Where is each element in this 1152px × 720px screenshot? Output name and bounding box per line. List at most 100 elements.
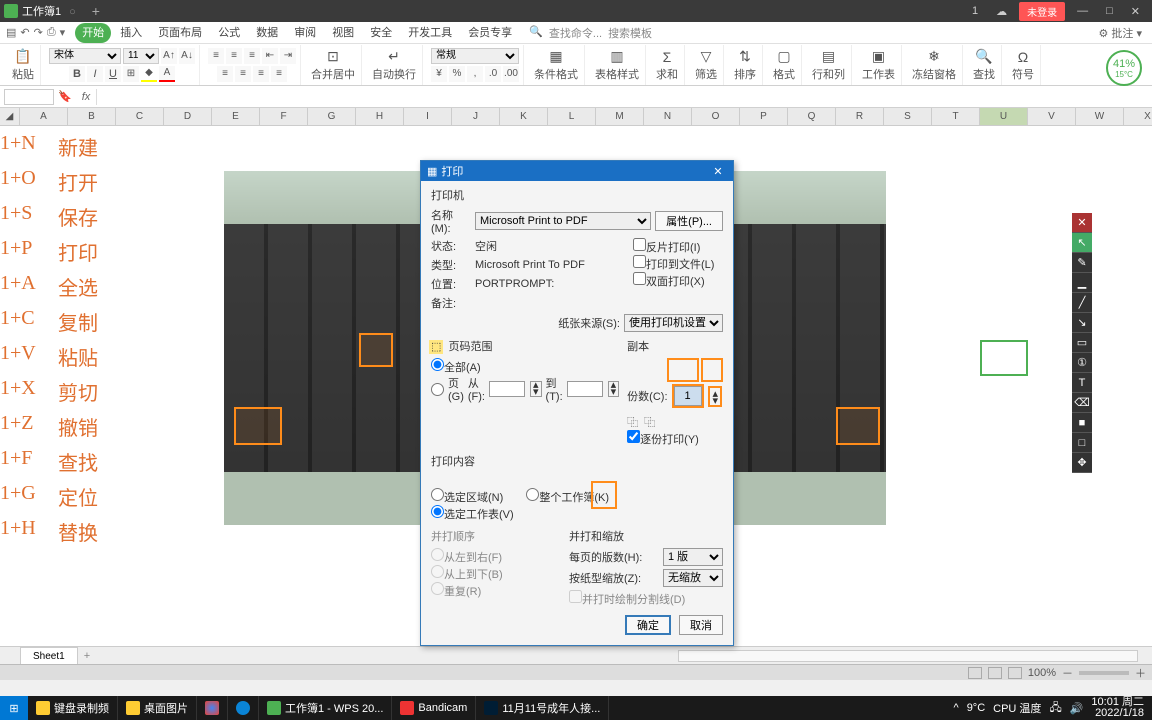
system-tray[interactable]: ^ 9°C CPU 温度 🖧 🔊 10:01 周二2022/1/18 xyxy=(946,697,1152,719)
cell-shortcut-key[interactable]: 1+X xyxy=(0,377,52,400)
print-selection-radio[interactable] xyxy=(431,488,444,501)
col-U[interactable]: U xyxy=(980,108,1028,126)
align-mid[interactable]: ≡ xyxy=(226,48,242,64)
copies-stepper[interactable]: ▴▾ xyxy=(711,391,721,405)
tray-up-icon[interactable]: ^ xyxy=(954,702,959,714)
zoom-out-button[interactable]: － xyxy=(1062,665,1073,681)
col-V[interactable]: V xyxy=(1028,108,1076,126)
bookmark-icon[interactable]: 🔖 xyxy=(58,90,72,103)
indent-dec[interactable]: ⇤ xyxy=(262,48,278,64)
cell-shortcut-name[interactable]: 查找 xyxy=(58,447,118,476)
align-bot[interactable]: ≡ xyxy=(244,48,260,64)
col-K[interactable]: K xyxy=(500,108,548,126)
tab-insert[interactable]: 插入 xyxy=(113,23,149,43)
fx-icon[interactable]: fx xyxy=(82,91,91,103)
col-M[interactable]: M xyxy=(596,108,644,126)
vip-badge[interactable]: 41%15°C xyxy=(1106,50,1142,86)
range-pages-radio[interactable] xyxy=(431,383,444,396)
selected-cell[interactable] xyxy=(980,340,1028,376)
dialog-close-button[interactable]: ✕ xyxy=(709,165,727,178)
print-to-file-checkbox[interactable] xyxy=(633,255,646,268)
taskbar-item-0[interactable]: 键盘录制频 xyxy=(28,696,118,720)
merge-button[interactable]: ⊡合并居中 xyxy=(309,48,357,82)
sum-button[interactable]: Σ求和 xyxy=(654,48,680,82)
close-tab-icon[interactable]: ○ xyxy=(69,6,76,18)
add-sheet-button[interactable]: + xyxy=(78,650,96,662)
cell-shortcut-key[interactable]: 1+A xyxy=(0,272,52,295)
freeze-button[interactable]: ❄冻结窗格 xyxy=(910,48,958,82)
tool-number[interactable]: ① xyxy=(1072,353,1092,373)
cell-shortcut-key[interactable]: 1+P xyxy=(0,237,52,260)
h-scrollbar[interactable] xyxy=(678,650,1138,662)
tool-move[interactable]: ✥ xyxy=(1072,453,1092,473)
align-left[interactable]: ≡ xyxy=(217,66,233,82)
dialog-title-bar[interactable]: ▦ 打印 ✕ xyxy=(421,161,733,181)
rows-cols-button[interactable]: ▤行和列 xyxy=(810,48,847,82)
tray-net-icon[interactable]: 🖧 xyxy=(1049,699,1061,718)
print-active-radio[interactable] xyxy=(431,505,444,518)
find-button[interactable]: 🔍查找 xyxy=(971,48,997,82)
cell-shortcut-key[interactable]: 1+H xyxy=(0,517,52,540)
col-A[interactable]: A xyxy=(20,108,68,126)
tool-rect[interactable]: ▭ xyxy=(1072,333,1092,353)
taskbar-item-2[interactable]: 工作簿1 - WPS 20... xyxy=(259,696,392,720)
document-tab[interactable]: 工作簿1○ xyxy=(22,3,76,19)
wrap-button[interactable]: ↵自动换行 xyxy=(370,48,418,82)
login-button[interactable]: 未登录 xyxy=(1019,2,1065,21)
paper-source-select[interactable]: 使用打印机设置 xyxy=(624,314,723,332)
col-H[interactable]: H xyxy=(356,108,404,126)
taskbar-item-3[interactable]: Bandicam xyxy=(392,696,476,720)
tab-security[interactable]: 安全 xyxy=(363,23,399,43)
cancel-button[interactable]: 取消 xyxy=(679,615,723,635)
font-select[interactable]: 宋体 xyxy=(49,48,121,64)
close-icon[interactable]: ✕ xyxy=(1125,5,1146,18)
col-E[interactable]: E xyxy=(212,108,260,126)
tool-cursor[interactable]: ↖ xyxy=(1072,233,1092,253)
tool-arrow[interactable]: ↘ xyxy=(1072,313,1092,333)
sort-button[interactable]: ⇅排序 xyxy=(732,48,758,82)
tab-dev[interactable]: 开发工具 xyxy=(401,23,459,43)
col-F[interactable]: F xyxy=(260,108,308,126)
col-D[interactable]: D xyxy=(164,108,212,126)
select-all-corner[interactable]: ◢ xyxy=(0,108,20,126)
filter-button[interactable]: ▽筛选 xyxy=(693,48,719,82)
col-W[interactable]: W xyxy=(1076,108,1124,126)
tool-black[interactable]: ■ xyxy=(1072,413,1092,433)
col-S[interactable]: S xyxy=(884,108,932,126)
increase-font[interactable]: A↑ xyxy=(161,48,177,64)
cell-shortcut-name[interactable]: 替换 xyxy=(58,517,118,546)
tool-pencil[interactable]: ✎ xyxy=(1072,253,1092,273)
tab-start[interactable]: 开始 xyxy=(75,23,111,43)
col-J[interactable]: J xyxy=(452,108,500,126)
taskbar-item-1[interactable]: 桌面图片 xyxy=(118,696,197,720)
worksheet-button[interactable]: ▣工作表 xyxy=(860,48,897,82)
tool-close[interactable]: ✕ xyxy=(1072,213,1092,233)
symbol-button[interactable]: Ω符号 xyxy=(1010,48,1036,82)
col-R[interactable]: R xyxy=(836,108,884,126)
italic-button[interactable]: I xyxy=(87,66,103,82)
cell-shortcut-name[interactable]: 打印 xyxy=(58,237,118,266)
dec-dec[interactable]: .00 xyxy=(503,66,519,82)
paste-button[interactable]: 📋粘贴 xyxy=(10,48,36,82)
cond-format-button[interactable]: ▦条件格式 xyxy=(532,48,580,82)
underline-button[interactable]: U xyxy=(105,66,121,82)
cell-shortcut-key[interactable]: 1+Z xyxy=(0,412,52,435)
menu-settings-icon[interactable]: ⚙ 批注 ▾ xyxy=(1095,25,1147,41)
cell-shortcut-name[interactable]: 全选 xyxy=(58,272,118,301)
col-I[interactable]: I xyxy=(404,108,452,126)
cell-shortcut-name[interactable]: 剪切 xyxy=(58,377,118,406)
copies-input[interactable] xyxy=(674,386,702,406)
cloud-icon[interactable]: ☁ xyxy=(990,5,1013,18)
cell-shortcut-key[interactable]: 1+O xyxy=(0,167,52,190)
cell-shortcut-name[interactable]: 打开 xyxy=(58,167,118,196)
tab-layout[interactable]: 页面布局 xyxy=(151,23,209,43)
printer-select[interactable]: Microsoft Print to PDF xyxy=(475,212,651,230)
table-style-button[interactable]: ▥表格样式 xyxy=(593,48,641,82)
font-color-button[interactable]: A xyxy=(159,66,175,82)
cell-shortcut-key[interactable]: 1+C xyxy=(0,307,52,330)
tab-formula[interactable]: 公式 xyxy=(211,23,247,43)
cell-shortcut-key[interactable]: 1+N xyxy=(0,132,52,155)
tab-data[interactable]: 数据 xyxy=(249,23,285,43)
printer-properties-button[interactable]: 属性(P)... xyxy=(655,211,723,231)
col-C[interactable]: C xyxy=(116,108,164,126)
